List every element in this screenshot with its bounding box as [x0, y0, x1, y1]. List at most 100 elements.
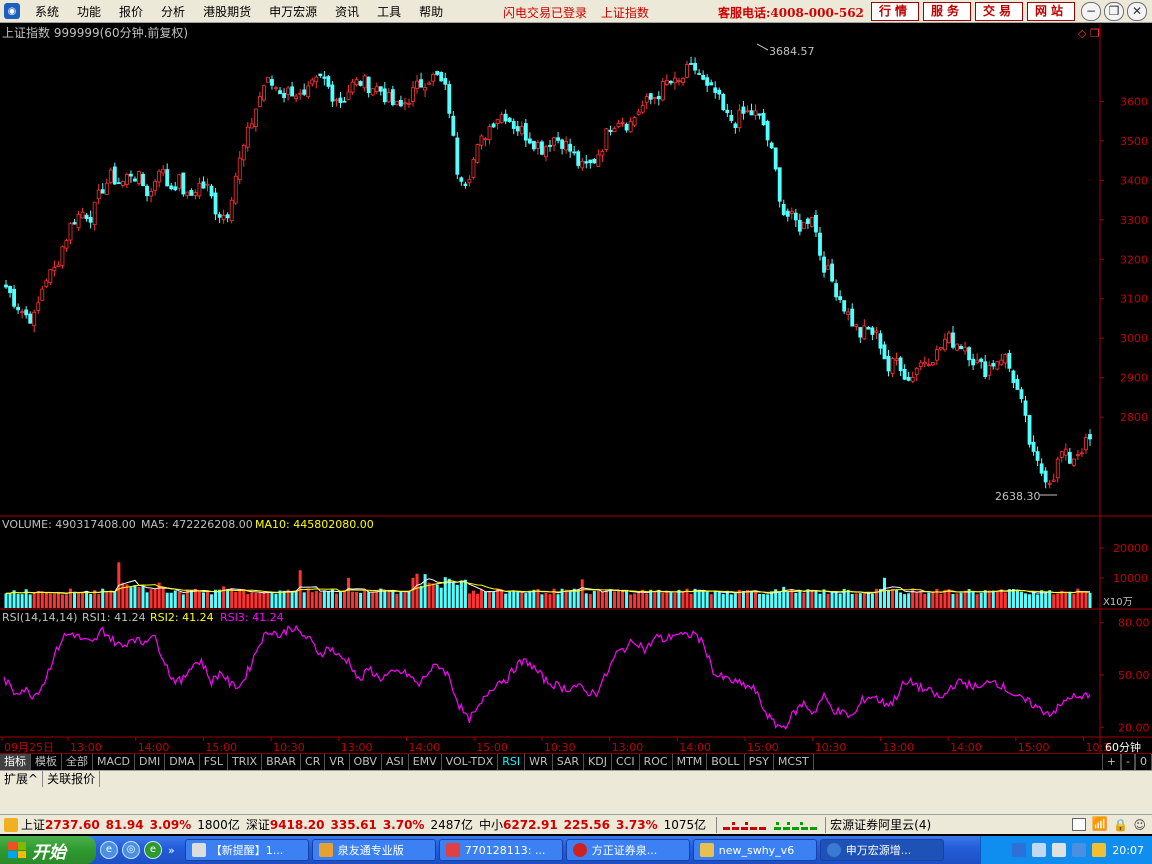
candle-body [447, 84, 452, 114]
candle-body [886, 355, 891, 372]
index-link[interactable]: 上证指数 [601, 6, 649, 20]
market-button[interactable]: 行情 [871, 2, 919, 21]
volume-bar [806, 589, 810, 608]
tab-指标[interactable]: 指标 [0, 754, 31, 770]
tab-dma[interactable]: DMA [165, 754, 200, 770]
menu-tools[interactable]: 工具 [368, 3, 410, 20]
tab-模板[interactable]: 模板 [31, 754, 62, 770]
restore-icon[interactable]: ❐ [1104, 2, 1124, 21]
task-swhy-enhanced[interactable]: 申万宏源增... [819, 839, 944, 861]
chart-task-icon [445, 843, 460, 857]
volume-bar [975, 594, 979, 608]
related-quote-tab[interactable]: 关联报价 [43, 771, 101, 787]
volume-bar [713, 590, 717, 608]
tab-roc[interactable]: ROC [640, 754, 673, 770]
tab-rsi[interactable]: RSI [498, 754, 526, 770]
tab-dmi[interactable]: DMI [135, 754, 166, 770]
zx-amount: 1075亿 [663, 818, 707, 832]
service-button[interactable]: 服务 [923, 2, 971, 21]
menu-news[interactable]: 资讯 [326, 3, 368, 20]
trade-button[interactable]: 交易 [975, 2, 1023, 21]
tab-brar[interactable]: BRAR [262, 754, 302, 770]
quicklaunch-more-icon[interactable]: » [168, 844, 175, 857]
volume-bar [798, 590, 802, 608]
menu-function[interactable]: 功能 [68, 3, 110, 20]
price-tick-label: 3300 [1120, 214, 1148, 227]
period-label[interactable]: 60分钟 [1105, 740, 1141, 754]
volume-bar [697, 589, 701, 608]
tab-fsl[interactable]: FSL [200, 754, 228, 770]
tab-kdj[interactable]: KDJ [584, 754, 612, 770]
task-quanyoutong[interactable]: 泉友通专业版 [311, 839, 436, 861]
tab-boll[interactable]: BOLL [707, 754, 745, 770]
tab-trix[interactable]: TRIX [228, 754, 263, 770]
window-icon[interactable]: ❐ [1090, 27, 1100, 40]
tray-help-icon[interactable] [1092, 843, 1107, 857]
menu-swhy[interactable]: 申万宏源 [260, 3, 326, 20]
tab-psy[interactable]: PSY [745, 754, 774, 770]
zoom-out-button[interactable]: - [1121, 754, 1135, 770]
tray-volume-icon[interactable] [1052, 843, 1067, 857]
menu-system[interactable]: 系统 [26, 3, 68, 20]
signal-icon[interactable]: 📶 [1092, 817, 1108, 832]
chart-area[interactable]: 上证指数 999999(60分钟.前复权) ◇ ❐ VOLUME: 490317… [0, 24, 1152, 754]
menu-hk-futures[interactable]: 港股期货 [194, 3, 260, 20]
tab-mcst[interactable]: MCST [774, 754, 814, 770]
tab-asi[interactable]: ASI [382, 754, 409, 770]
tab-obv[interactable]: OBV [350, 754, 382, 770]
volume-bar [854, 593, 858, 608]
keyboard-icon[interactable] [1072, 818, 1086, 831]
tab-sar[interactable]: SAR [553, 754, 585, 770]
tab-vol-tdx[interactable]: VOL-TDX [442, 754, 499, 770]
task-new-reminder[interactable]: 【新提醒】1... [184, 839, 309, 861]
sz-label: 深证 [245, 818, 270, 832]
candle-body [713, 87, 718, 93]
minimize-icon[interactable]: − [1081, 2, 1101, 21]
candle-body [552, 137, 556, 146]
tab-全部[interactable]: 全部 [62, 754, 93, 770]
task-founder[interactable]: 方正证券泉... [565, 839, 690, 861]
expand-tab[interactable]: 扩展^ [0, 771, 44, 787]
start-button[interactable]: 开始 [0, 836, 96, 864]
ticker-flag-icon[interactable] [4, 817, 18, 832]
volume-bar [205, 591, 210, 608]
tab-wr[interactable]: WR [525, 754, 553, 770]
lock-icon[interactable]: 🔒 [1113, 818, 1128, 832]
volume-bar [850, 593, 854, 608]
app-logo-icon[interactable]: ◉ [4, 3, 20, 19]
candle-body [459, 177, 464, 182]
zoom-reset-button[interactable]: 0 [1135, 754, 1152, 770]
login-status-link[interactable]: 闪电交易已登录 [503, 6, 587, 20]
task-770128113[interactable]: 770128113: ... [438, 839, 563, 861]
tray-shield-icon[interactable] [1032, 843, 1047, 857]
candle-body [689, 63, 693, 65]
ie-icon[interactable]: e [100, 841, 118, 859]
tab-emv[interactable]: EMV [409, 754, 442, 770]
volume-bar [97, 594, 101, 608]
diamond-icon[interactable]: ◇ [1078, 27, 1087, 40]
menu-analysis[interactable]: 分析 [152, 3, 194, 20]
browser-icon[interactable]: e [144, 841, 162, 859]
server-name[interactable]: 宏源证券阿里云(4) [830, 816, 931, 833]
chrome-icon[interactable]: ◎ [122, 841, 140, 859]
volume-bar [790, 589, 794, 608]
users-icon[interactable]: ☺ [1133, 818, 1146, 832]
menu-quote[interactable]: 报价 [110, 3, 152, 20]
menu-help[interactable]: 帮助 [410, 3, 452, 20]
chart-svg[interactable]: 上证指数 999999(60分钟.前复权) ◇ ❐ VOLUME: 490317… [0, 24, 1152, 754]
candle-body [28, 313, 33, 324]
volume-bar [282, 590, 286, 608]
tray-network-icon[interactable] [1072, 843, 1087, 857]
website-button[interactable]: 网站 [1027, 2, 1075, 21]
tab-cci[interactable]: CCI [612, 754, 640, 770]
task-new-swhy-v6[interactable]: new_swhy_v6 [692, 839, 817, 861]
tab-cr[interactable]: CR [301, 754, 326, 770]
candle-body [705, 77, 710, 86]
tab-macd[interactable]: MACD [93, 754, 135, 770]
tab-vr[interactable]: VR [325, 754, 350, 770]
close-icon[interactable]: ✕ [1127, 2, 1147, 21]
zoom-in-button[interactable]: + [1101, 754, 1122, 770]
tab-mtm[interactable]: MTM [673, 754, 708, 770]
volume-bar [625, 590, 629, 608]
tray-back-icon[interactable] [1012, 843, 1027, 857]
